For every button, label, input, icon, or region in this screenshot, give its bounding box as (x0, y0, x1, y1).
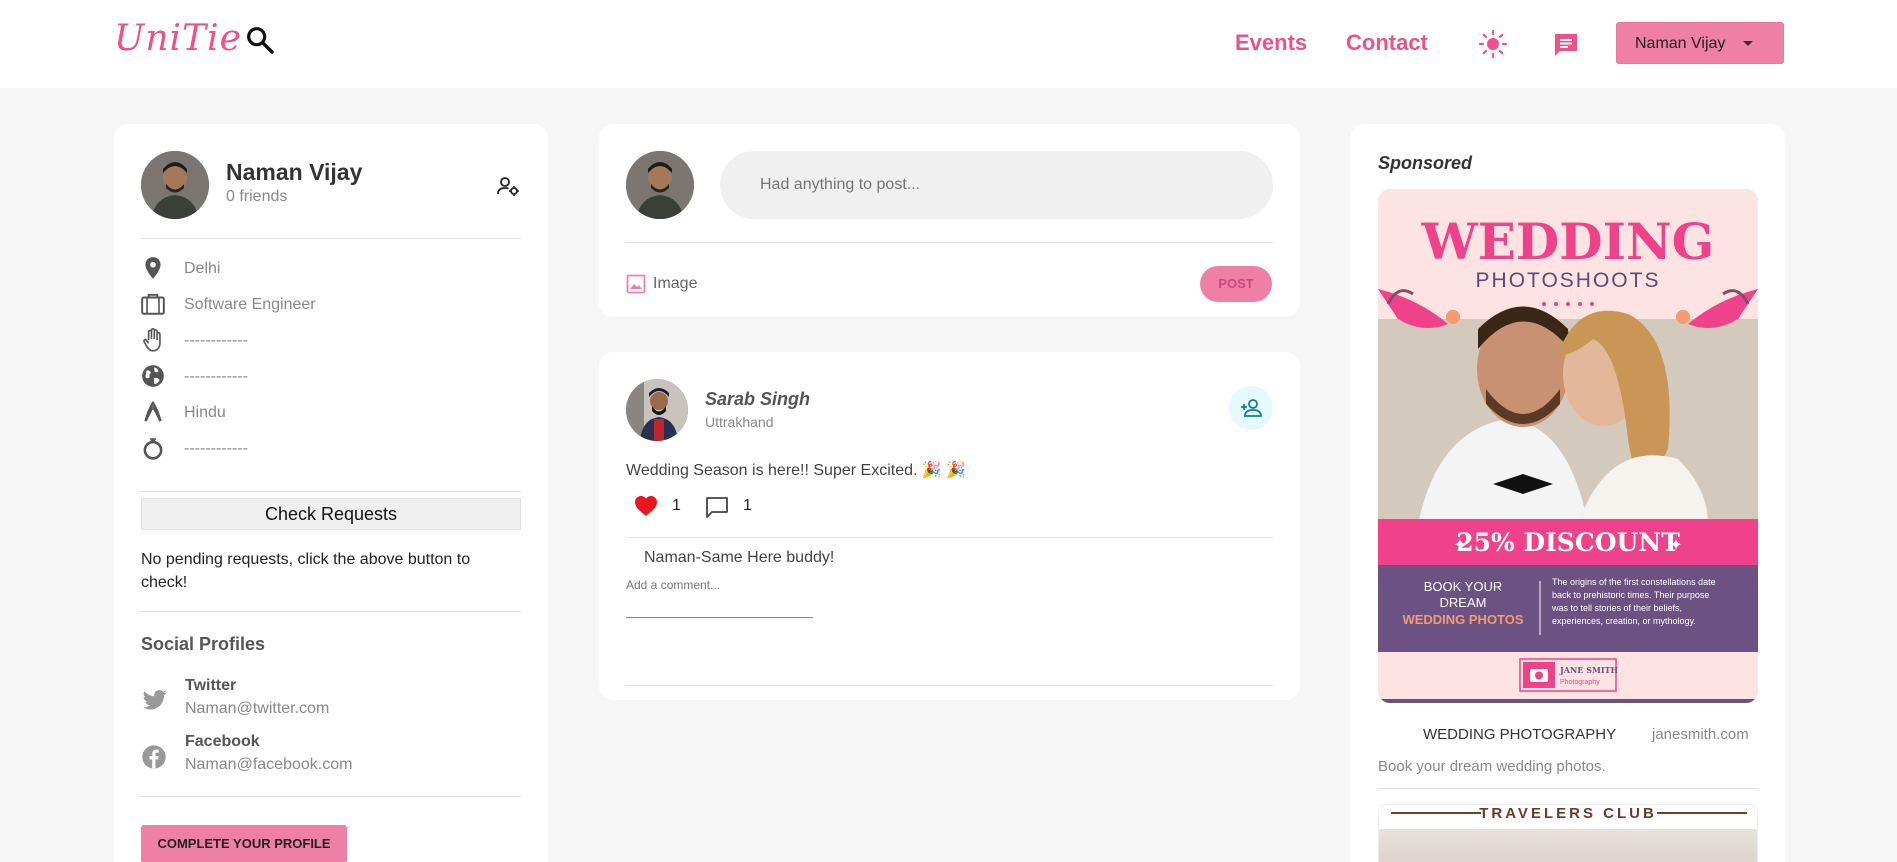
ad-blurb-2: back to prehistoric times. Their purpose (1552, 590, 1709, 600)
info-relationship: ------------ (184, 440, 248, 457)
ad-site[interactable]: janesmith.com (1652, 726, 1749, 743)
divider (141, 611, 521, 612)
nav-link-contact[interactable]: Contact (1346, 30, 1428, 56)
add-image-button[interactable]: Image (626, 272, 716, 296)
social-profiles-title: Social Profiles (141, 634, 266, 654)
info-row-hobby: ------------ (140, 326, 520, 356)
second-ad-photo (1379, 829, 1757, 862)
social-network-twitter: Twitter (185, 677, 237, 694)
divider (1378, 788, 1758, 789)
info-religion: Hindu (184, 404, 226, 421)
pray-icon (140, 399, 166, 425)
profile-card: Naman Vijay 0 friends Delhi Software Eng… (114, 124, 548, 862)
social-network-facebook: Facebook (185, 733, 260, 750)
feed-post: Sarab Singh Uttrakhand Wedding Season is… (599, 352, 1300, 700)
facebook-icon (140, 743, 168, 771)
sparkle-icon: ✦ (1453, 535, 1466, 554)
post-button[interactable]: POST (1200, 266, 1272, 302)
nav-link-events[interactable]: Events (1235, 30, 1307, 56)
info-hobby: ------------ (184, 332, 248, 349)
sun-icon[interactable] (1478, 29, 1508, 59)
avatar[interactable] (141, 151, 209, 219)
divider (626, 537, 1273, 538)
info-language: ------------ (184, 368, 248, 385)
check-requests-button[interactable]: Check Requests (141, 498, 521, 530)
divider (141, 796, 521, 797)
search-icon[interactable] (244, 24, 276, 56)
add-image-label: Image (653, 275, 698, 292)
twitter-icon (140, 687, 168, 715)
message-icon[interactable] (1552, 31, 1580, 59)
create-post-card: Image POST (599, 124, 1300, 317)
briefcase-icon (140, 291, 166, 317)
avatar[interactable] (626, 379, 688, 441)
ad-discount: 25% DISCOUNT (1456, 528, 1680, 557)
user-select[interactable]: Naman Vijay (1616, 22, 1784, 64)
heart-icon[interactable] (634, 495, 658, 517)
ring-icon (140, 435, 166, 461)
image-icon (626, 274, 646, 294)
comment-item: Naman-Same Here buddy! (644, 549, 835, 566)
person-add-icon (1241, 399, 1262, 417)
sponsored-card: Sponsored WEDDING PHOTOSHOOTS 25% DISCOU… (1350, 124, 1785, 862)
ad-image-2[interactable]: TRAVELERS CLUB (1378, 804, 1758, 862)
info-row-language: ------------ (140, 362, 520, 392)
ad-logo-name: JANE SMITH (1559, 665, 1619, 675)
social-account-twitter: Naman@twitter.com (185, 700, 330, 717)
friends-count: 0 friends (226, 188, 288, 205)
social-account-facebook: Naman@facebook.com (185, 756, 353, 773)
manage-account-icon[interactable] (496, 174, 520, 198)
ad-book-line1: BOOK YOUR (1424, 579, 1503, 594)
comment-count: 1 (743, 497, 752, 514)
second-ad-title: TRAVELERS CLUB (1479, 805, 1657, 822)
post-author[interactable]: Sarab Singh (705, 389, 810, 410)
logo[interactable]: UniTie (114, 18, 242, 59)
navbar: UniTie Events Contact Naman Vijay (0, 0, 1897, 88)
add-comment-input[interactable] (626, 578, 813, 618)
sponsored-title: Sponsored (1378, 153, 1473, 173)
sparkle-icon: ✦ (1669, 535, 1682, 554)
social-row-twitter[interactable]: Twitter Naman@twitter.com (140, 677, 500, 721)
divider (141, 491, 521, 492)
add-friend-button[interactable] (1229, 386, 1273, 430)
ad-book-line3: WEDDING PHOTOS (1402, 612, 1523, 627)
user-select-label: Naman Vijay (1635, 35, 1726, 52)
social-row-facebook[interactable]: Facebook Naman@facebook.com (140, 733, 500, 777)
ad-blurb-1: The origins of the first constellations … (1552, 577, 1716, 587)
post-location: Uttrakhand (705, 414, 774, 430)
complete-profile-button[interactable]: COMPLETE YOUR PROFILE (141, 825, 347, 862)
hand-icon (140, 327, 166, 353)
ad-blurb-3: was to tell stories of their beliefs, (1551, 603, 1682, 613)
info-row-location: Delhi (140, 254, 520, 284)
chevron-down-icon (1743, 41, 1753, 46)
like-count: 1 (672, 497, 681, 514)
ad-subhead: PHOTOSHOOTS (1476, 269, 1661, 292)
ad-image[interactable]: WEDDING PHOTOSHOOTS 25% DISCOUNT ✦ ✦ BOO… (1378, 189, 1758, 703)
ad-book-line2: DREAM (1440, 595, 1487, 610)
ad-logo-sub: Photography (1560, 679, 1600, 686)
ad-description: Book your dream wedding photos. (1378, 758, 1606, 775)
post-input[interactable] (720, 151, 1273, 219)
divider (626, 242, 1273, 243)
avatar[interactable] (626, 151, 694, 219)
ad-blurb-4: experiences, creation, or mythology. (1552, 616, 1696, 626)
location-icon (140, 255, 166, 281)
post-text: Wedding Season is here!! Super Excited. … (626, 462, 967, 479)
info-row-religion: Hindu (140, 398, 520, 428)
profile-name: Naman Vijay (226, 159, 363, 185)
info-row-occupation: Software Engineer (140, 290, 520, 320)
no-requests-text: No pending requests, click the above but… (141, 551, 471, 591)
ad-name[interactable]: WEDDING PHOTOGRAPHY (1423, 726, 1616, 743)
info-occupation: Software Engineer (184, 296, 316, 313)
comment-icon[interactable] (705, 495, 729, 519)
divider (141, 238, 521, 239)
info-location: Delhi (184, 260, 221, 277)
ad-headline: WEDDING (1421, 212, 1715, 271)
globe-icon (140, 363, 166, 389)
divider (626, 685, 1273, 686)
info-row-relationship: ------------ (140, 434, 520, 464)
